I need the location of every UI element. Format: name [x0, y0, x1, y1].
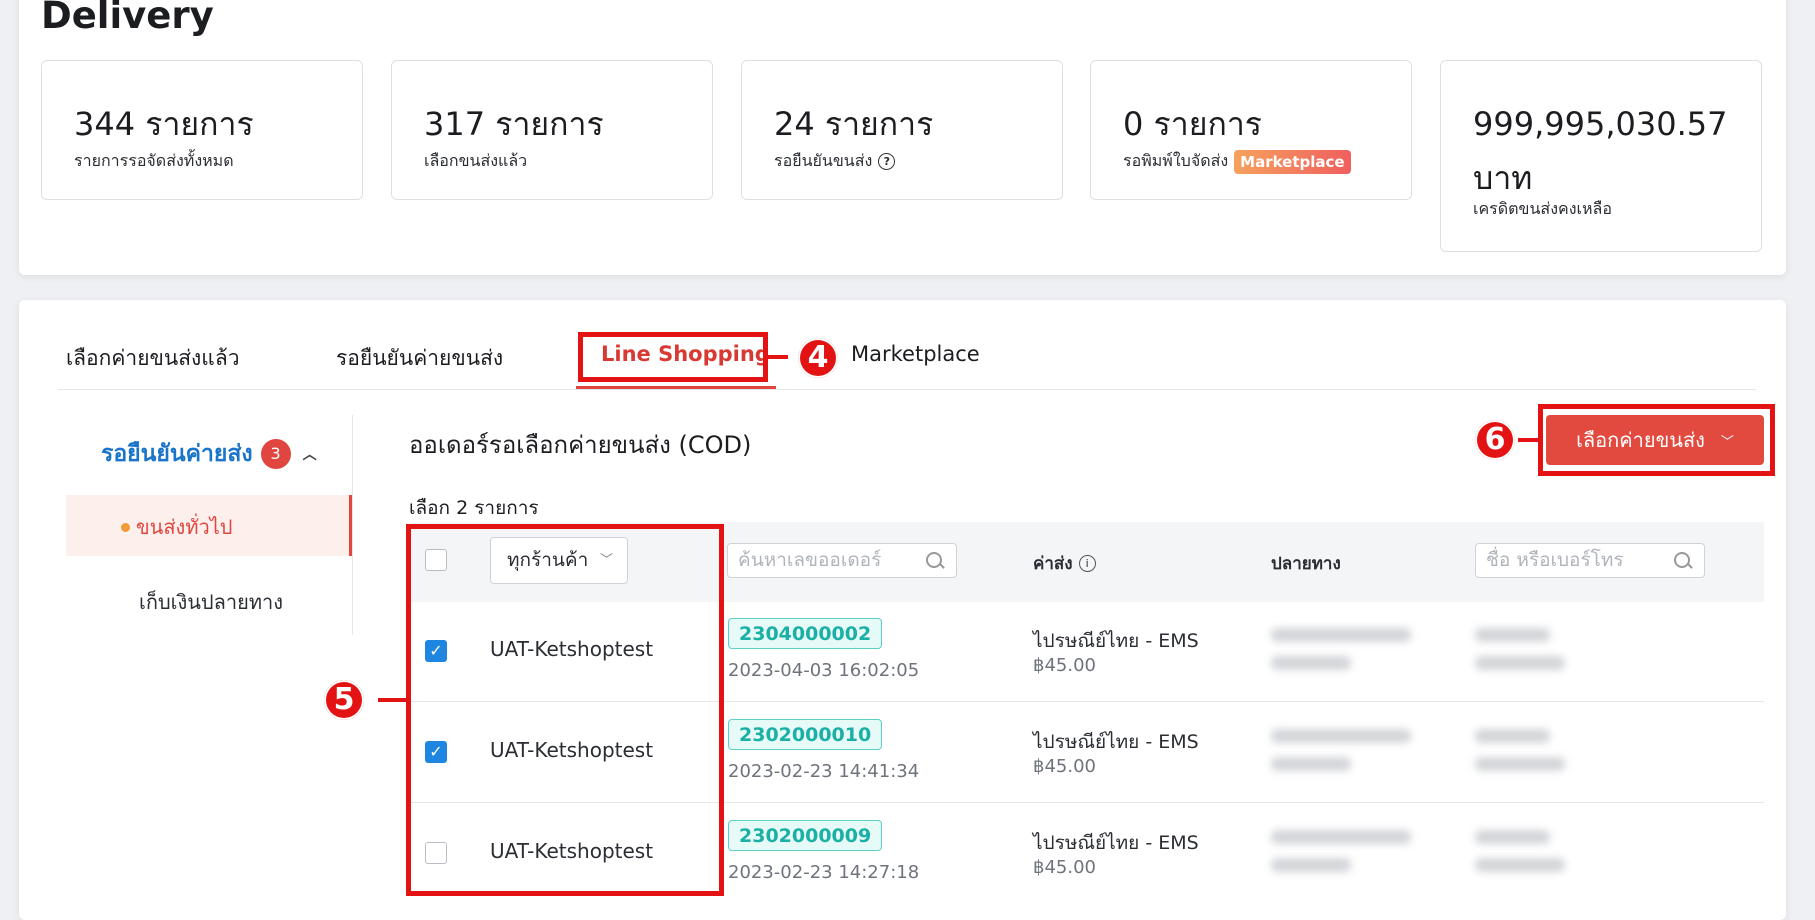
- dot-icon: [121, 522, 130, 532]
- shipping-fee: ฿45.00: [1033, 857, 1096, 878]
- page-title: Delivery: [41, 0, 214, 37]
- annotation-badge-4: 4: [798, 338, 838, 378]
- stat-value: 0 รายการ: [1123, 105, 1262, 143]
- count-badge: 3: [260, 439, 291, 469]
- tab-pending-carrier[interactable]: รอยืนยันค่ายขนส่ง: [336, 342, 503, 375]
- sidebar-item-cod[interactable]: เก็บเงินปลายทาง: [139, 586, 283, 618]
- blurred-recipient: [1271, 729, 1411, 743]
- active-tab-indicator: [576, 386, 776, 389]
- destination-search-placeholder: ชื่อ หรือเบอร์โทร: [1486, 549, 1624, 571]
- annotation-line-5: [378, 698, 406, 702]
- stat-label: เลือกขนส่งแล้ว: [424, 151, 528, 170]
- blurred-contact: [1475, 830, 1550, 844]
- stat-value: 317 รายการ: [424, 105, 604, 143]
- stat-card-total: 344 รายการ รายการรอจัดส่งทั้งหมด: [41, 60, 363, 200]
- annotation-line-4: [768, 355, 788, 359]
- blurred-recipient: [1271, 628, 1411, 642]
- annotation-box-4: [578, 332, 768, 382]
- column-header-destination: ปลายทาง: [1271, 554, 1341, 574]
- blurred-recipient: [1271, 656, 1351, 670]
- annotation-line-6: [1518, 438, 1538, 442]
- sidebar-item-label: ขนส่งทั่วไป: [136, 515, 233, 539]
- carrier-name: ไปรษณีย์ไทย - EMS: [1033, 630, 1199, 652]
- stat-label: รอยืนยันขนส่ง: [774, 151, 873, 170]
- blurred-contact: [1475, 858, 1565, 872]
- tab-marketplace[interactable]: Marketplace: [851, 342, 980, 366]
- info-icon[interactable]: i: [1078, 555, 1096, 572]
- orders-card: [19, 300, 1786, 920]
- stat-value: 999,995,030.57 บาท: [1473, 105, 1728, 197]
- order-search-input[interactable]: ค้นหาเลขออเดอร์: [727, 543, 957, 578]
- stat-card-selected: 317 รายการ เลือกขนส่งแล้ว: [391, 60, 713, 200]
- blurred-recipient: [1271, 858, 1351, 872]
- search-icon: [1674, 552, 1690, 568]
- annotation-badge-6: 6: [1475, 420, 1515, 460]
- carrier-name: ไปรษณีย์ไทย - EMS: [1033, 832, 1199, 854]
- order-number-tag[interactable]: 2304000002: [728, 618, 883, 649]
- order-time: 2023-02-23 14:41:34: [728, 761, 920, 782]
- sidebar-divider: [352, 415, 353, 635]
- blurred-contact: [1475, 628, 1550, 642]
- stat-value: 24 รายการ: [774, 105, 934, 143]
- stat-label: เครดิตขนส่งคงเหลือ: [1473, 199, 1612, 218]
- blurred-contact: [1475, 757, 1565, 771]
- order-number-tag[interactable]: 2302000010: [728, 719, 883, 750]
- marketplace-badge: Marketplace: [1234, 149, 1351, 174]
- order-number-tag[interactable]: 2302000009: [728, 820, 883, 851]
- stat-card-credit: 999,995,030.57 บาท เครดิตขนส่งคงเหลือ: [1440, 60, 1762, 252]
- destination-search-input[interactable]: ชื่อ หรือเบอร์โทร: [1475, 543, 1705, 578]
- section-title: ออเดอร์รอเลือกค่ายขนส่ง (COD): [409, 431, 752, 459]
- annotation-badge-5: 5: [324, 680, 364, 720]
- shipping-fee: ฿45.00: [1033, 655, 1096, 676]
- annotation-box-6: [1538, 404, 1775, 476]
- tabs-divider: [58, 389, 1756, 390]
- sidebar-heading[interactable]: รอยืนยันค่ายส่ง 3 ︿: [101, 436, 317, 472]
- blurred-recipient: [1271, 757, 1351, 771]
- order-time: 2023-02-23 14:27:18: [728, 862, 920, 883]
- order-time: 2023-04-03 16:02:05: [728, 660, 920, 681]
- search-icon: [926, 552, 942, 568]
- column-header-shipping: ค่าส่ง i: [1033, 550, 1096, 577]
- order-search-placeholder: ค้นหาเลขออเดอร์: [738, 549, 882, 571]
- annotation-box-5: [406, 524, 724, 896]
- sidebar-heading-label: รอยืนยันค่ายส่ง: [101, 441, 253, 467]
- blurred-contact: [1475, 656, 1565, 670]
- help-circle-icon[interactable]: ?: [878, 153, 896, 170]
- column-header-label: ค่าส่ง: [1033, 554, 1073, 574]
- stat-card-pending-print: 0 รายการ รอพิมพ์ใบจัดส่ง Marketplace: [1090, 60, 1412, 200]
- chevron-up-icon: ︿: [302, 447, 317, 463]
- tab-selected-carrier[interactable]: เลือกค่ายขนส่งแล้ว: [66, 342, 240, 375]
- selected-count: เลือก 2 รายการ: [409, 497, 539, 519]
- carrier-name: ไปรษณีย์ไทย - EMS: [1033, 731, 1199, 753]
- blurred-recipient: [1271, 830, 1411, 844]
- blurred-contact: [1475, 729, 1550, 743]
- sidebar-item-general[interactable]: ขนส่งทั่วไป: [66, 495, 352, 556]
- stat-label: รายการรอจัดส่งทั้งหมด: [74, 151, 234, 170]
- stat-value: 344 รายการ: [74, 105, 254, 143]
- shipping-fee: ฿45.00: [1033, 756, 1096, 777]
- stat-label: รอพิมพ์ใบจัดส่ง: [1123, 151, 1229, 170]
- stat-card-pending-confirm: 24 รายการ รอยืนยันขนส่ง ?: [741, 60, 1063, 200]
